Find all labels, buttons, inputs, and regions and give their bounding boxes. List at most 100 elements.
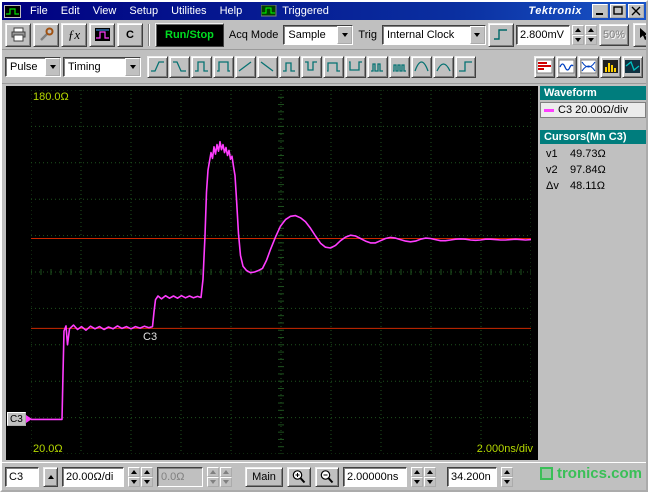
- measure-mode-dropdown-button[interactable]: [125, 57, 140, 76]
- run-stop-button[interactable]: Run/Stop: [155, 22, 224, 47]
- menu-setup[interactable]: Setup: [123, 4, 164, 18]
- spin-down-button[interactable]: [128, 476, 140, 487]
- zoom-in-button[interactable]: [287, 466, 311, 487]
- vertical-scale-bottom-label: 20.0Ω: [33, 443, 63, 455]
- spin-up-fine-button: [220, 466, 232, 477]
- eye-diagram-button[interactable]: [578, 55, 599, 78]
- zoom-out-button[interactable]: [315, 466, 339, 487]
- ramp-fall-button[interactable]: [257, 55, 278, 78]
- pulse-down-wide-button[interactable]: [345, 55, 366, 78]
- brand-logo: Tektronix: [528, 5, 582, 17]
- vertical-offset-field: 0.0Ω: [157, 466, 203, 487]
- vertical-offset-spinner: [207, 466, 232, 487]
- pulse-pos-wide-button[interactable]: [213, 55, 234, 78]
- horizontal-scale-spinner[interactable]: [411, 466, 436, 487]
- maximize-button[interactable]: [610, 4, 626, 18]
- vertical-scale-spinner[interactable]: [128, 466, 153, 487]
- menu-file[interactable]: File: [24, 4, 54, 18]
- trigger-source-select[interactable]: Internal Clock: [381, 24, 486, 45]
- trigger-level-spinner[interactable]: [571, 24, 597, 45]
- intensity-button: 50%: [598, 23, 629, 46]
- help-pointer-icon: ?: [640, 28, 646, 40]
- waveform-display-icon: [94, 28, 110, 41]
- menu-help[interactable]: Help: [214, 4, 249, 18]
- main-timebase-button[interactable]: Main: [245, 466, 283, 487]
- acq-mode-dropdown-button[interactable]: [337, 25, 353, 44]
- pulse-train-button[interactable]: [389, 55, 410, 78]
- waveform-entry[interactable]: C3 20.00Ω/div: [540, 102, 646, 118]
- spin-up-button[interactable]: [128, 466, 140, 477]
- waveform-display-area[interactable]: C3 180.0Ω 20.0Ω 2.000ns/div C3: [6, 86, 538, 460]
- measure-mode-select[interactable]: Timing: [63, 56, 141, 77]
- chevron-down-icon: [49, 64, 56, 69]
- close-button[interactable]: [628, 4, 644, 18]
- minimize-button[interactable]: [592, 4, 608, 18]
- spin-up-fine-button[interactable]: [424, 466, 436, 477]
- pulse-type-select[interactable]: Pulse: [5, 56, 61, 77]
- eye-diagram-icon: [580, 59, 597, 74]
- pulse-up-button[interactable]: [279, 55, 300, 78]
- waveform-blue-icon: [558, 59, 575, 74]
- channel-value: C3: [9, 470, 24, 483]
- zoom-in-icon: [292, 470, 306, 484]
- graticule[interactable]: C3: [31, 90, 531, 454]
- print-button[interactable]: [5, 22, 31, 47]
- channel-field[interactable]: C3: [5, 466, 39, 487]
- waveform-blue-button[interactable]: [556, 55, 577, 78]
- edge-rise-icon: [151, 61, 164, 72]
- menu-view[interactable]: View: [87, 4, 123, 18]
- trigger-level-field[interactable]: 2.800mV: [515, 24, 570, 45]
- pulse-up-wide-button[interactable]: [323, 55, 344, 78]
- menu-edit[interactable]: Edit: [55, 4, 86, 18]
- compensation-button[interactable]: C: [117, 22, 143, 47]
- histogram-red-button[interactable]: [534, 55, 555, 78]
- readout-panel: Waveform C3 20.00Ω/div Cursors(Mn C3) v1…: [540, 86, 646, 460]
- mask-test-button[interactable]: [622, 55, 643, 78]
- trigger-source-dropdown-button[interactable]: [469, 25, 485, 44]
- pulse-type-dropdown-button[interactable]: [45, 57, 60, 76]
- spin-up-fine-button[interactable]: [584, 24, 597, 35]
- spin-down-button: [207, 476, 219, 487]
- zoom-out-icon: [320, 470, 334, 484]
- double-pulse-button[interactable]: [367, 55, 388, 78]
- pulse-pos-button[interactable]: [191, 55, 212, 78]
- pulse-down-button[interactable]: [301, 55, 322, 78]
- spin-down-fine-button[interactable]: [424, 476, 436, 487]
- readout-value: 49.73Ω: [570, 148, 606, 160]
- edge-fall-button[interactable]: [169, 55, 190, 78]
- gauss-pulse-button[interactable]: [411, 55, 432, 78]
- channel-flyout-button[interactable]: [43, 466, 58, 487]
- horizontal-position-field[interactable]: 34.200n: [447, 466, 497, 487]
- menu-utilities[interactable]: Utilities: [165, 4, 212, 18]
- acq-mode-label: Acq Mode: [228, 28, 279, 41]
- waveform-display-button[interactable]: [89, 22, 115, 47]
- step-pulse-button[interactable]: [455, 55, 476, 78]
- spin-down-button[interactable]: [411, 476, 423, 487]
- trigger-slope-button[interactable]: [487, 22, 514, 47]
- horizontal-position-value: 34.200n: [451, 470, 491, 483]
- histogram-yellow-button[interactable]: [600, 55, 621, 78]
- pulse-pos-icon: [195, 61, 208, 72]
- help-pointer-button[interactable]: ?: [632, 22, 646, 47]
- horizontal-scale-field[interactable]: 2.00000ns: [343, 466, 407, 487]
- spin-up-fine-button[interactable]: [141, 466, 153, 477]
- spin-down-button[interactable]: [571, 34, 584, 45]
- acq-mode-select[interactable]: Sample: [283, 24, 354, 45]
- channel-reference-marker[interactable]: C3: [7, 412, 32, 426]
- horizontal-position-spinner[interactable]: [501, 466, 513, 487]
- spin-down-fine-button[interactable]: [141, 476, 153, 487]
- gauss-wide-button[interactable]: [433, 55, 454, 78]
- spin-up-button[interactable]: [501, 466, 513, 477]
- spin-down-fine-button[interactable]: [584, 34, 597, 45]
- spin-down-button[interactable]: [501, 476, 513, 487]
- vertical-scale-field[interactable]: 20.00Ω/di: [62, 466, 124, 487]
- spin-up-button[interactable]: [571, 24, 584, 35]
- minimize-icon: [596, 13, 603, 15]
- spin-up-button[interactable]: [411, 466, 423, 477]
- compensation-icon: C: [126, 28, 134, 41]
- tools-button[interactable]: [33, 22, 59, 47]
- edge-rise-button[interactable]: [147, 55, 168, 78]
- formula-button[interactable]: ƒx: [61, 22, 87, 47]
- ramp-rise-button[interactable]: [235, 55, 256, 78]
- chevron-down-icon: [474, 32, 481, 37]
